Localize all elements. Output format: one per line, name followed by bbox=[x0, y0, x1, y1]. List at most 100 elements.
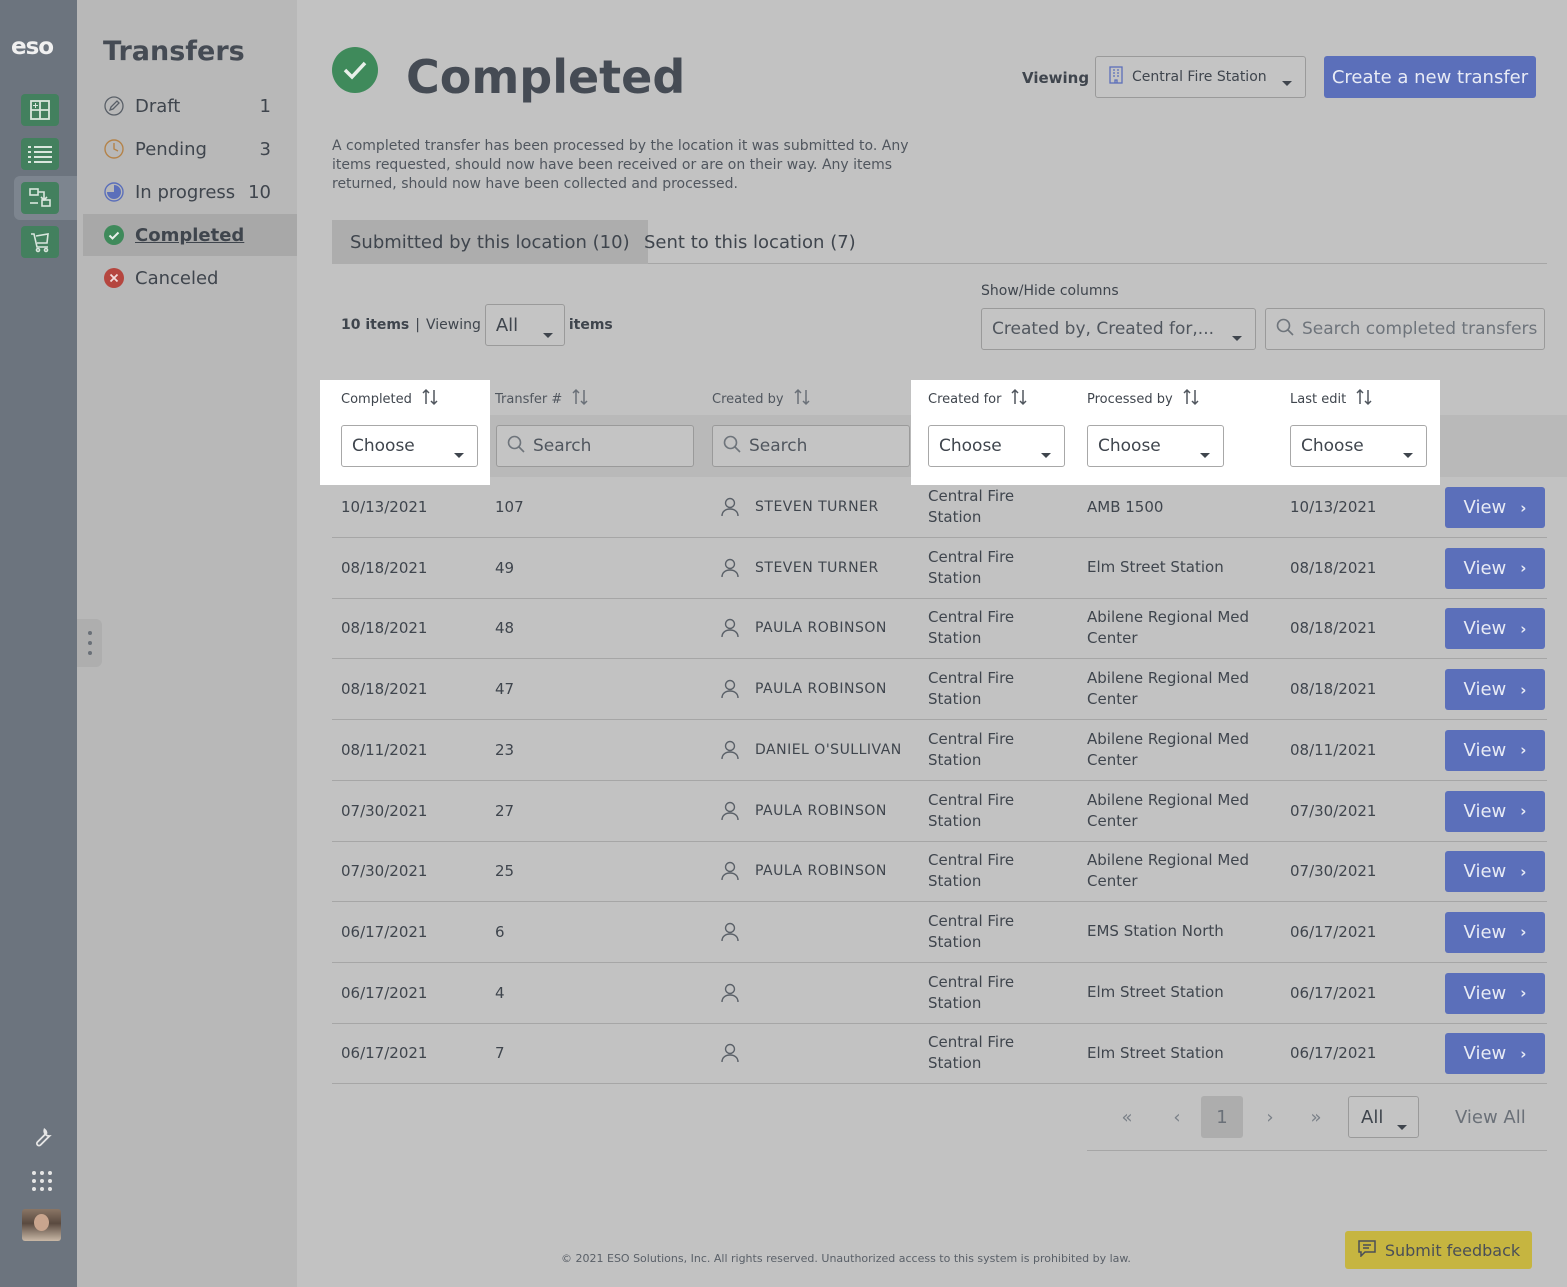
user-avatar[interactable] bbox=[22, 1209, 61, 1241]
cell-transfer-number: 25 bbox=[495, 862, 515, 881]
cell-completed: 08/18/2021 bbox=[341, 680, 428, 699]
person-icon bbox=[721, 781, 745, 841]
sidebar-item-draft[interactable]: Draft 1 bbox=[83, 85, 297, 127]
cell-created-by: STEVEN TURNER bbox=[755, 559, 879, 576]
transfer-flow-icon[interactable] bbox=[21, 182, 59, 214]
view-all-link[interactable]: View All bbox=[1455, 1096, 1526, 1138]
header-completed[interactable]: Completed bbox=[341, 388, 438, 410]
filter-processed-by-select[interactable]: Choose bbox=[1087, 425, 1224, 467]
app-rail: eso bbox=[0, 0, 77, 1287]
station-select-value: Central Fire Station bbox=[1132, 69, 1267, 85]
wrench-icon[interactable] bbox=[28, 1123, 56, 1151]
show-hide-columns-select[interactable]: Created by, Created for,... bbox=[981, 308, 1256, 350]
header-transfer[interactable]: Transfer # bbox=[495, 388, 588, 410]
cell-transfer-number: 27 bbox=[495, 801, 515, 820]
cell-completed: 07/30/2021 bbox=[341, 801, 428, 820]
sort-icon[interactable] bbox=[1356, 388, 1372, 410]
sidebar-item-label: Draft bbox=[135, 95, 181, 117]
table-row: 08/18/2021 47 PAULA ROBINSON Central Fire S… bbox=[332, 659, 1547, 721]
first-page-button[interactable]: « bbox=[1112, 1096, 1142, 1138]
cell-created-by: PAULA ROBINSON bbox=[755, 620, 887, 637]
header-label: Processed by bbox=[1087, 391, 1173, 407]
sort-icon[interactable] bbox=[572, 388, 588, 410]
items-count: 10 items bbox=[341, 317, 410, 333]
view-button[interactable]: View › bbox=[1445, 911, 1545, 953]
eso-logo[interactable]: eso bbox=[11, 34, 54, 60]
header-processed-by[interactable]: Processed by bbox=[1087, 388, 1199, 410]
view-button[interactable]: View › bbox=[1445, 790, 1545, 832]
view-button[interactable]: View › bbox=[1445, 669, 1545, 711]
app-grid-icon[interactable] bbox=[28, 1167, 56, 1195]
view-button[interactable]: View › bbox=[1445, 972, 1545, 1014]
last-page-button[interactable]: » bbox=[1301, 1096, 1331, 1138]
table-row: 06/17/2021 7 Central Fire Station Elm Stree… bbox=[332, 1023, 1547, 1085]
tab-submitted[interactable]: Submitted by this location (10) bbox=[332, 220, 648, 264]
person-icon bbox=[721, 1023, 745, 1083]
building-grid-icon[interactable] bbox=[21, 94, 59, 126]
items-per-page-select[interactable]: All bbox=[484, 304, 565, 346]
search-icon bbox=[507, 435, 525, 458]
submit-feedback-button[interactable]: Submit feedback bbox=[1345, 1231, 1532, 1269]
cell-created-by: DANIEL O'SULLIVAN bbox=[755, 741, 902, 758]
cart-icon[interactable] bbox=[21, 226, 59, 258]
sort-icon[interactable] bbox=[1183, 388, 1199, 410]
person-icon bbox=[721, 963, 745, 1023]
sidebar-item-in-progress[interactable]: In progress 10 bbox=[83, 171, 297, 213]
person-icon bbox=[721, 598, 745, 658]
cell-created-for: Central Fire Station bbox=[928, 487, 1015, 526]
table-row: 06/17/2021 4 Central Fire Station Elm Stree… bbox=[332, 963, 1547, 1024]
sidebar-item-completed[interactable]: Completed bbox=[83, 214, 297, 256]
cell-created-by: PAULA ROBINSON bbox=[755, 863, 887, 880]
view-button[interactable]: View › bbox=[1445, 487, 1545, 528]
header-last-edit[interactable]: Last edit bbox=[1290, 388, 1372, 410]
view-label: View bbox=[1463, 618, 1507, 640]
filter-transfer-search[interactable]: Search bbox=[496, 425, 694, 467]
view-button[interactable]: View › bbox=[1445, 851, 1545, 893]
station-select[interactable]: Central Fire Station bbox=[1095, 56, 1306, 98]
cell-transfer-number: 107 bbox=[495, 498, 524, 516]
cell-processed-by: Abilene Regional Med Center bbox=[1087, 851, 1250, 891]
table-row: 10/13/2021 107 STEVEN TURNER Central Fire S… bbox=[332, 477, 1547, 538]
list-icon[interactable] bbox=[21, 138, 59, 170]
main-content: Completed Viewing Central Fire Station C… bbox=[297, 0, 1567, 1287]
cell-processed-by: Abilene Regional Med Center bbox=[1087, 608, 1250, 648]
chevron-right-icon: › bbox=[1520, 559, 1527, 578]
show-hide-columns-label: Show/Hide columns bbox=[981, 283, 1119, 299]
cell-processed-by: Elm Street Station bbox=[1087, 558, 1224, 577]
header-created-by[interactable]: Created by bbox=[712, 388, 810, 410]
sort-icon[interactable] bbox=[794, 388, 810, 410]
cell-last-edit: 08/18/2021 bbox=[1290, 558, 1377, 577]
building-icon bbox=[1108, 66, 1124, 88]
page-size-select[interactable]: All bbox=[1348, 1096, 1419, 1138]
cell-last-edit: 08/11/2021 bbox=[1290, 740, 1377, 759]
cell-created-by bbox=[755, 902, 935, 962]
tab-sent[interactable]: Sent to this location (7) bbox=[626, 220, 874, 264]
cell-last-edit: 06/17/2021 bbox=[1290, 922, 1377, 941]
sidebar-item-count: 1 bbox=[259, 95, 271, 117]
view-button[interactable]: View › bbox=[1445, 729, 1545, 771]
filter-created-by-search[interactable]: Search bbox=[712, 425, 910, 467]
view-button[interactable]: View › bbox=[1445, 608, 1545, 650]
sort-icon[interactable] bbox=[1011, 388, 1027, 410]
cell-created-for: Central Fire Station bbox=[928, 972, 1015, 1012]
sidebar-item-canceled[interactable]: Canceled bbox=[83, 257, 297, 299]
header-created-for[interactable]: Created for bbox=[928, 388, 1027, 410]
filter-completed-select[interactable]: Choose bbox=[341, 425, 478, 467]
filter-last-edit-select[interactable]: Choose bbox=[1290, 425, 1427, 467]
page-1-button[interactable]: 1 bbox=[1201, 1096, 1243, 1138]
next-page-button[interactable]: › bbox=[1255, 1096, 1285, 1138]
search-completed-input[interactable]: Search completed transfers bbox=[1265, 308, 1545, 350]
create-transfer-button[interactable]: Create a new transfer bbox=[1324, 56, 1536, 98]
view-button[interactable]: View › bbox=[1445, 547, 1545, 589]
prev-page-button[interactable]: ‹ bbox=[1162, 1096, 1192, 1138]
cell-transfer-number: 49 bbox=[495, 558, 515, 577]
chevron-right-icon: › bbox=[1520, 680, 1527, 699]
sidebar-resize-handle[interactable] bbox=[77, 619, 102, 667]
sort-icon[interactable] bbox=[422, 388, 438, 410]
filter-created-for-select[interactable]: Choose bbox=[928, 425, 1065, 467]
cell-created-by: STEVEN TURNER bbox=[755, 499, 879, 515]
cell-completed: 10/13/2021 bbox=[341, 498, 428, 516]
sidebar-item-pending[interactable]: Pending 3 bbox=[83, 128, 297, 170]
cell-created-by bbox=[755, 1023, 935, 1083]
view-button[interactable]: View › bbox=[1445, 1033, 1545, 1075]
